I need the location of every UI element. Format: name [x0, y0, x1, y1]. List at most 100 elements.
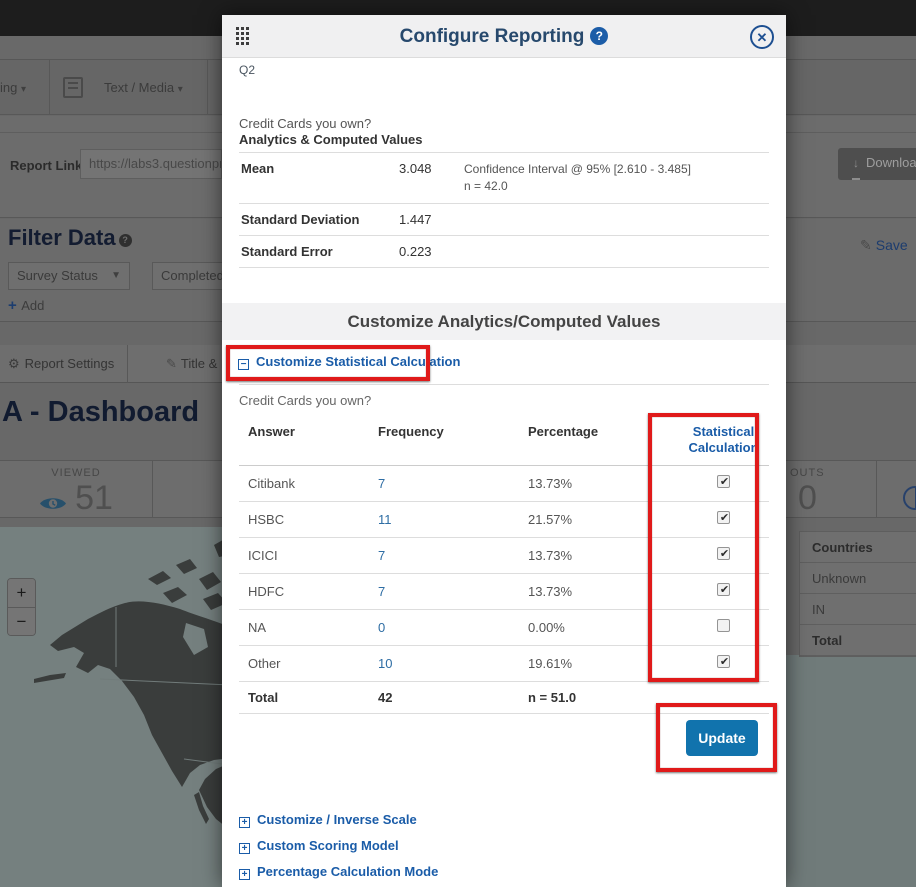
viewed-value: 51 [75, 479, 113, 517]
analytics-label: Standard Deviation [239, 212, 399, 227]
download-data-button[interactable]: ↓ Download Da [838, 148, 916, 180]
frequency-link[interactable]: 10 [378, 656, 528, 671]
viewed-label: VIEWED [0, 467, 152, 479]
tab-title-layout[interactable]: ✎Title & L [166, 345, 228, 383]
answer-cell: NA [239, 620, 378, 635]
answer-cell: ICICI [239, 548, 378, 563]
analytics-label: Mean [239, 161, 399, 195]
dashboard-title: A - Dashboard [2, 396, 199, 429]
modal-header: Configure Reporting? ✕ [222, 15, 786, 58]
report-link-label: Report Link [10, 158, 82, 173]
total-label: Total [239, 690, 378, 705]
custom-scoring-model-link[interactable]: +Custom Scoring Model [239, 837, 399, 855]
expand-plus-icon: + [239, 869, 250, 880]
chevron-down-icon: ▼ [111, 263, 121, 289]
answer-cell: HSBC [239, 512, 378, 527]
expand-plus-icon: + [239, 817, 250, 828]
col-frequency: Frequency [378, 424, 528, 439]
total-frequency: 42 [378, 690, 528, 705]
survey-status-value: Survey Status [17, 268, 98, 283]
viewed-stat: VIEWED 51 [0, 467, 152, 518]
country-row[interactable]: IN [800, 594, 916, 625]
configure-reporting-modal: Configure Reporting? ✕ Q2 Credit Cards y… [222, 15, 786, 887]
analytics-row-stderr: Standard Error 0.223 [239, 236, 769, 268]
help-icon[interactable]: ? [119, 234, 132, 247]
add-filter-link[interactable]: + Add [8, 297, 44, 315]
save-report-link[interactable]: ✎Save [860, 237, 908, 254]
map-zoom-control: + − [7, 578, 36, 636]
save-label: Save [876, 237, 908, 253]
frequency-link[interactable]: 0 [378, 620, 528, 635]
toolbar-partial-button[interactable]: ing ▾ [0, 60, 26, 117]
answer-cell: HDFC [239, 584, 378, 599]
close-icon[interactable]: ✕ [750, 25, 774, 49]
percentage-calculation-mode-link[interactable]: +Percentage Calculation Mode [239, 863, 438, 881]
expand-plus-icon: + [239, 843, 250, 854]
frequency-link[interactable]: 7 [378, 476, 528, 491]
question-text: Credit Cards you own? [239, 116, 371, 131]
tab-report-settings-label: Report Settings [25, 356, 115, 371]
completed-value: Completed [161, 268, 224, 283]
country-row[interactable]: Unknown [800, 563, 916, 594]
plus-icon: + [8, 297, 17, 314]
zoom-out-button[interactable]: − [8, 607, 35, 635]
pencil-icon: ✎ [166, 356, 177, 371]
text-media-button[interactable]: Text / Media ▾ [104, 60, 183, 117]
add-label: Add [21, 298, 44, 313]
frequency-link[interactable]: 11 [378, 512, 528, 527]
chevron-down-icon: ▾ [21, 84, 26, 95]
analytics-value: 0.223 [399, 244, 464, 259]
tab-report-settings[interactable]: ⚙ Report Settings [8, 345, 114, 383]
text-media-icon [63, 77, 83, 98]
zoom-in-button[interactable]: + [8, 579, 35, 607]
analytics-value: 1.447 [399, 212, 464, 227]
divider [239, 384, 769, 385]
world-map-right [786, 655, 916, 887]
report-link-input[interactable]: https://labs3.questionpr [80, 149, 222, 179]
annotation-box-checkbox-column [648, 413, 759, 682]
world-map[interactable]: + − [0, 527, 230, 887]
tab-divider [127, 345, 128, 383]
analytics-row-mean: Mean 3.048 Confidence Interval @ 95% [2.… [239, 153, 769, 204]
download-data-label: Download Da [866, 155, 916, 170]
analytics-heading: Analytics & Computed Values [239, 132, 423, 147]
customize-inverse-scale-link[interactable]: +Customize / Inverse Scale [239, 811, 417, 829]
answer-cell: Other [239, 656, 378, 671]
col-answer: Answer [239, 424, 378, 439]
dropouts-label: OUTS [790, 467, 825, 479]
gear-icon: ⚙ [8, 356, 20, 371]
stats-divider [152, 461, 153, 517]
question-text: Credit Cards you own? [239, 393, 371, 408]
help-icon[interactable]: ? [590, 27, 608, 45]
toolbar-divider [49, 60, 50, 115]
toolbar-partial-label: ing [0, 80, 17, 95]
answer-cell: Citibank [239, 476, 378, 491]
filter-data-heading: Filter Data? [8, 225, 132, 251]
analytics-table: Mean 3.048 Confidence Interval @ 95% [2.… [239, 152, 769, 268]
dropouts-stat: OUTS 0 [790, 467, 825, 518]
frequency-link[interactable]: 7 [378, 584, 528, 599]
annotation-box-update-button [656, 703, 777, 772]
analytics-label: Standard Error [239, 244, 399, 259]
customize-section-heading: Customize Analytics/Computed Values [222, 303, 786, 340]
confidence-interval: Confidence Interval @ 95% [2.610 - 3.485… [464, 161, 691, 178]
countries-total-row: Total [800, 625, 916, 656]
frequency-link[interactable]: 7 [378, 548, 528, 563]
toolbar-divider [207, 60, 208, 115]
chevron-down-icon: ▾ [178, 84, 183, 95]
annotation-box-statistical-link [226, 345, 430, 381]
stats-divider [876, 461, 877, 517]
modal-title: Configure Reporting? [222, 15, 786, 58]
analytics-row-stddev: Standard Deviation 1.447 [239, 204, 769, 236]
dropouts-value: 0 [790, 479, 825, 518]
text-media-label: Text / Media [104, 80, 174, 95]
sample-size: n = 42.0 [464, 178, 691, 195]
question-code: Q2 [239, 63, 255, 77]
eye-icon [39, 495, 67, 517]
countries-header: Countries [800, 532, 916, 563]
analytics-value: 3.048 [399, 161, 464, 195]
download-icon: ↓ [852, 148, 860, 180]
countries-panel: Countries Unknown IN Total [799, 531, 916, 657]
confidence-note: Confidence Interval @ 95% [2.610 - 3.485… [464, 161, 691, 195]
survey-status-dropdown[interactable]: Survey Status ▼ [8, 262, 130, 290]
